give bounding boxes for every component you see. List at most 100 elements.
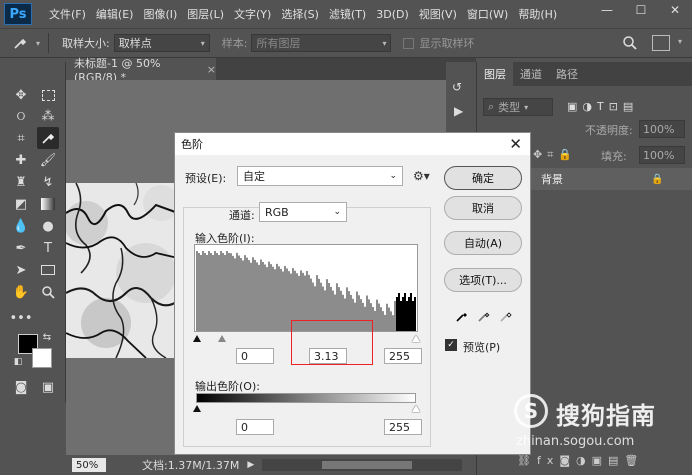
layer-footer-icons[interactable]: ⛓fx◙◑▣▤🗑 bbox=[517, 454, 644, 467]
menu-bar: Ps 文件(F) 编辑(E) 图像(I) 图层(L) 文字(Y) 选择(S) 滤… bbox=[0, 0, 692, 28]
output-white-slider[interactable] bbox=[412, 405, 420, 412]
history-panel-icon[interactable]: ↺ bbox=[452, 80, 462, 94]
lock-icons[interactable]: ✥⌗🔒 bbox=[533, 148, 577, 162]
menu-file[interactable]: 文件(F) bbox=[44, 6, 91, 22]
watermark-url: zhinan.sogou.com bbox=[516, 434, 635, 449]
preview-checkbox[interactable]: ✓ bbox=[445, 339, 457, 351]
chevron-down-icon: ▾ bbox=[524, 102, 529, 112]
lasso-tool-icon[interactable]: ଠ bbox=[10, 105, 32, 127]
status-bar: 50% 文档:1.37M/1.37M ▶ bbox=[66, 455, 476, 475]
default-colors-icon[interactable]: ◧ bbox=[12, 356, 24, 368]
clone-stamp-tool-icon[interactable]: ♜ bbox=[10, 171, 32, 193]
swap-colors-icon[interactable]: ⇆ bbox=[40, 330, 54, 344]
actions-panel-play-icon[interactable]: ▶ bbox=[454, 104, 463, 118]
menu-layer[interactable]: 图层(L) bbox=[182, 6, 229, 22]
dialog-close-icon[interactable]: ✕ bbox=[509, 135, 522, 153]
eraser-tool-icon[interactable]: ◩ bbox=[10, 193, 32, 215]
document-tab[interactable]: 未标题-1 @ 50%(RGB/8) * × bbox=[66, 57, 216, 84]
menu-image[interactable]: 图像(I) bbox=[138, 6, 182, 22]
input-white-field[interactable]: 255 bbox=[384, 348, 422, 364]
options-button[interactable]: 选项(T)... bbox=[444, 268, 522, 292]
input-white-slider[interactable] bbox=[412, 335, 420, 342]
zoom-field[interactable]: 50% bbox=[72, 458, 106, 472]
layer-filter-icons[interactable]: ▣◑T⊡▤ bbox=[567, 100, 638, 113]
brush-tool-icon[interactable]: 🖌 bbox=[37, 149, 59, 171]
tab-channels[interactable]: 通道 bbox=[513, 62, 549, 86]
fill-field[interactable]: 100% bbox=[639, 146, 685, 164]
sample-select[interactable]: 所有图层 ▾ bbox=[251, 34, 392, 52]
opacity-field[interactable]: 100% bbox=[639, 120, 685, 138]
status-menu-arrow-icon[interactable]: ▶ bbox=[247, 460, 254, 470]
dodge-tool-icon[interactable]: ● bbox=[37, 215, 59, 237]
healing-brush-tool-icon[interactable]: ✚ bbox=[10, 149, 32, 171]
close-window-button[interactable]: ✕ bbox=[658, 0, 692, 20]
history-brush-tool-icon[interactable]: ↯ bbox=[37, 171, 59, 193]
channel-select[interactable]: RGB ⌄ bbox=[259, 202, 347, 222]
output-white-field[interactable]: 255 bbox=[384, 419, 422, 435]
show-ring-checkbox[interactable] bbox=[403, 37, 415, 49]
horizontal-scrollbar[interactable] bbox=[262, 459, 462, 471]
sample-size-select[interactable]: 取样点 ▾ bbox=[113, 34, 210, 52]
input-gamma-slider[interactable] bbox=[218, 335, 226, 342]
tab-paths[interactable]: 路径 bbox=[549, 62, 585, 86]
tab-layers[interactable]: 图层 bbox=[477, 62, 513, 86]
output-black-slider[interactable] bbox=[193, 405, 201, 412]
input-black-slider[interactable] bbox=[193, 335, 201, 342]
magic-wand-tool-icon[interactable]: ⁂ bbox=[37, 105, 59, 127]
screen-mode-icon[interactable]: ▣ bbox=[37, 376, 59, 398]
more-tools-icon[interactable]: ••• bbox=[10, 307, 33, 329]
workspace-chevron-icon[interactable]: ▾ bbox=[678, 37, 682, 46]
menu-view[interactable]: 视图(V) bbox=[414, 6, 462, 22]
path-select-tool-icon[interactable]: ➤ bbox=[10, 259, 32, 281]
input-black-field[interactable]: 0 bbox=[236, 348, 274, 364]
preset-gear-icon[interactable]: ⚙▾ bbox=[413, 169, 430, 183]
menu-window[interactable]: 窗口(W) bbox=[462, 6, 513, 22]
preview-label: 预览(P) bbox=[463, 341, 501, 354]
document-tab-bar: 未标题-1 @ 50%(RGB/8) * × bbox=[66, 57, 476, 84]
menu-select[interactable]: 选择(S) bbox=[276, 6, 324, 22]
quick-mask-icon[interactable]: ◙ bbox=[10, 376, 32, 398]
histogram-bars bbox=[196, 251, 416, 331]
layer-kind-filter[interactable]: ⌕ 类型 ▾ bbox=[483, 98, 553, 116]
gray-point-eyedropper-icon[interactable] bbox=[477, 309, 491, 326]
crop-tool-icon[interactable]: ⌗ bbox=[10, 127, 32, 149]
search-icon[interactable] bbox=[622, 35, 638, 54]
fill-label: 填充: bbox=[601, 150, 627, 163]
menu-help[interactable]: 帮助(H) bbox=[513, 6, 562, 22]
rectangle-tool-icon[interactable] bbox=[37, 259, 59, 281]
maximize-button[interactable]: ☐ bbox=[624, 0, 658, 20]
type-tool-icon[interactable]: T bbox=[37, 237, 59, 259]
workspace-icon[interactable] bbox=[652, 35, 670, 51]
black-point-eyedropper-icon[interactable] bbox=[455, 309, 469, 326]
dialog-title-bar: 色阶 ✕ bbox=[175, 133, 530, 155]
close-tab-icon[interactable]: × bbox=[207, 63, 216, 76]
tool-preset-chevron-icon[interactable]: ▾ bbox=[36, 39, 40, 48]
menu-3d[interactable]: 3D(D) bbox=[371, 8, 414, 21]
menu-filter[interactable]: 滤镜(T) bbox=[324, 6, 371, 22]
output-levels-label: 输出色阶(O): bbox=[195, 380, 260, 393]
gradient-tool-icon[interactable] bbox=[37, 193, 59, 215]
eyedropper-tool-icon[interactable] bbox=[37, 127, 59, 149]
zoom-tool-icon[interactable] bbox=[37, 281, 59, 303]
blur-tool-icon[interactable]: 💧 bbox=[10, 215, 32, 237]
menu-type[interactable]: 文字(Y) bbox=[229, 6, 276, 22]
minimize-button[interactable]: — bbox=[590, 0, 624, 20]
opacity-label: 不透明度: bbox=[585, 124, 633, 137]
output-black-field[interactable]: 0 bbox=[236, 419, 274, 435]
hand-tool-icon[interactable]: ✋ bbox=[10, 281, 32, 303]
marquee-tool-icon[interactable] bbox=[37, 84, 59, 106]
cancel-button[interactable]: 取消 bbox=[444, 196, 522, 220]
white-point-eyedropper-icon[interactable] bbox=[499, 309, 513, 326]
channel-label: 通道: bbox=[229, 209, 255, 222]
ok-button[interactable]: 确定 bbox=[444, 166, 522, 190]
eyedropper-tool-icon[interactable] bbox=[8, 33, 32, 53]
pen-tool-icon[interactable]: ✒ bbox=[10, 237, 32, 259]
highlight-annotation bbox=[291, 320, 373, 365]
preset-select[interactable]: 自定 ⌄ bbox=[237, 166, 403, 186]
photoshop-logo: Ps bbox=[4, 3, 32, 25]
menu-edit[interactable]: 编辑(E) bbox=[91, 6, 139, 22]
move-tool-icon[interactable]: ✥ bbox=[10, 84, 32, 106]
auto-button[interactable]: 自动(A) bbox=[444, 231, 522, 255]
background-color-swatch[interactable] bbox=[32, 348, 52, 368]
options-bar: ▾ 取样大小: 取样点 ▾ 样本: 所有图层 ▾ 显示取样环 ▾ bbox=[0, 28, 692, 58]
